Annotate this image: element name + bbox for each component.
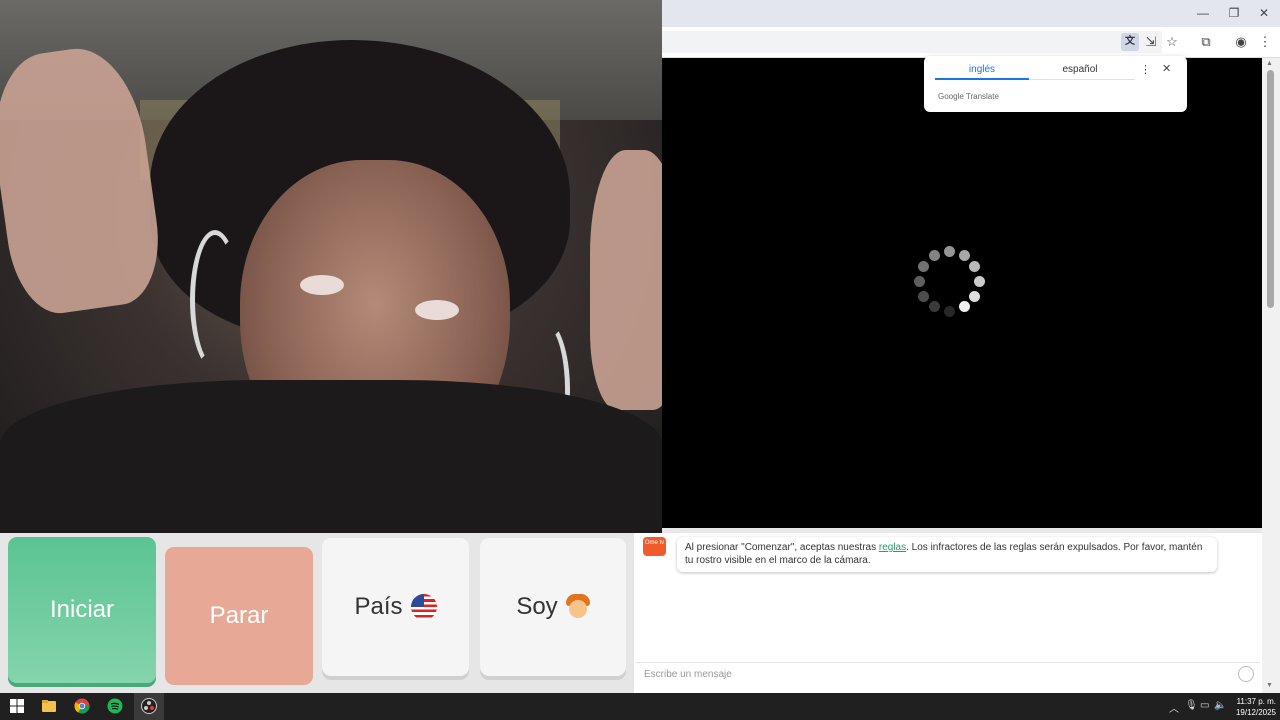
spinner-dot bbox=[969, 260, 981, 272]
stop-button-label: Parar bbox=[209, 602, 269, 629]
redhead-person-icon bbox=[565, 594, 590, 620]
translate-tab-target[interactable]: español bbox=[1033, 64, 1127, 75]
start-button[interactable]: Iniciar bbox=[8, 537, 156, 683]
spinner-dot bbox=[958, 301, 970, 313]
us-flag-icon bbox=[410, 594, 437, 620]
gender-selector-button[interactable]: Soy bbox=[480, 538, 626, 676]
microphone-icon[interactable]: 🎙 bbox=[1185, 700, 1198, 711]
system-clock[interactable]: 11:37 p. m. 19/12/2025 bbox=[1232, 696, 1276, 718]
spinner-dot bbox=[917, 260, 929, 272]
browser-titlebar bbox=[662, 0, 1280, 27]
volume-icon[interactable]: 🔈 bbox=[1214, 700, 1226, 711]
kebab-menu-icon[interactable]: ⋮ bbox=[1256, 33, 1274, 51]
rules-link[interactable]: reglas bbox=[879, 542, 906, 553]
minimize-button[interactable]: — bbox=[1191, 6, 1215, 20]
star-icon[interactable]: ☆ bbox=[1163, 33, 1181, 51]
local-webcam-video bbox=[0, 0, 662, 533]
google-translate-brand: Google Translate bbox=[938, 92, 999, 101]
clock-date: 19/12/2025 bbox=[1235, 708, 1276, 717]
ometv-logo: Ome tv bbox=[643, 537, 666, 556]
spotify-icon[interactable] bbox=[107, 698, 123, 714]
chrome-icon[interactable] bbox=[74, 698, 90, 714]
spinner-dot bbox=[913, 275, 925, 287]
taskbar bbox=[0, 693, 1280, 720]
scroll-down-icon[interactable]: ▼ bbox=[1266, 682, 1273, 689]
spinner-dot bbox=[973, 275, 985, 287]
spinner-dot bbox=[917, 290, 929, 302]
loading-spinner-icon bbox=[912, 244, 986, 318]
file-explorer-icon[interactable] bbox=[41, 698, 57, 714]
spinner-dot bbox=[969, 290, 981, 302]
translate-icon[interactable]: 文 bbox=[1121, 33, 1139, 51]
translate-popup: inglés español ⋮ ✕ Google Translate bbox=[924, 56, 1187, 112]
spinner-dot bbox=[943, 305, 955, 317]
obs-studio-icon[interactable] bbox=[141, 698, 157, 714]
restore-button[interactable]: ❐ bbox=[1222, 6, 1246, 20]
puzzle-icon[interactable]: ⧉ bbox=[1197, 33, 1215, 51]
scroll-up-icon[interactable]: ▲ bbox=[1266, 60, 1273, 67]
install-app-icon[interactable]: ⇲ bbox=[1142, 33, 1160, 51]
start-button-label: Iniciar bbox=[49, 596, 115, 623]
spinner-dot bbox=[943, 245, 955, 257]
stop-button[interactable]: Parar bbox=[165, 547, 313, 685]
spinner-dot bbox=[958, 249, 970, 261]
translate-tab-source[interactable]: inglés bbox=[935, 64, 1029, 75]
system-message: Al presionar "Comenzar", aceptas nuestra… bbox=[677, 537, 1217, 572]
screen: — ❐ ✕ 文 ⇲ ☆ ⧉ ◉ ⋮ ▲ ▼ inglés español ⋮ ✕… bbox=[0, 0, 1280, 720]
chevron-up-icon[interactable]: ︿ bbox=[1169, 700, 1179, 715]
message-input[interactable]: Escribe un mensaje bbox=[636, 662, 1260, 686]
translate-close-icon[interactable]: ✕ bbox=[1162, 62, 1171, 75]
country-selector-button[interactable]: País bbox=[322, 538, 469, 676]
iam-label: Soy bbox=[516, 593, 558, 620]
windows-start-icon[interactable] bbox=[9, 698, 25, 714]
spinner-dot bbox=[928, 301, 940, 313]
clock-time: 11:37 p. m. bbox=[1236, 697, 1276, 706]
profile-icon[interactable]: ◉ bbox=[1232, 33, 1250, 51]
network-icon[interactable]: ▭ bbox=[1200, 700, 1209, 711]
scrollbar-thumb[interactable] bbox=[1267, 70, 1274, 308]
country-label: País bbox=[354, 593, 403, 620]
page-scrollbar[interactable]: ▲ ▼ bbox=[1262, 58, 1280, 693]
translate-options-icon[interactable]: ⋮ bbox=[1140, 63, 1151, 76]
emoji-icon[interactable] bbox=[1238, 666, 1254, 682]
spinner-dot bbox=[928, 249, 940, 261]
close-window-button[interactable]: ✕ bbox=[1252, 6, 1276, 20]
address-bar[interactable] bbox=[662, 31, 1162, 53]
